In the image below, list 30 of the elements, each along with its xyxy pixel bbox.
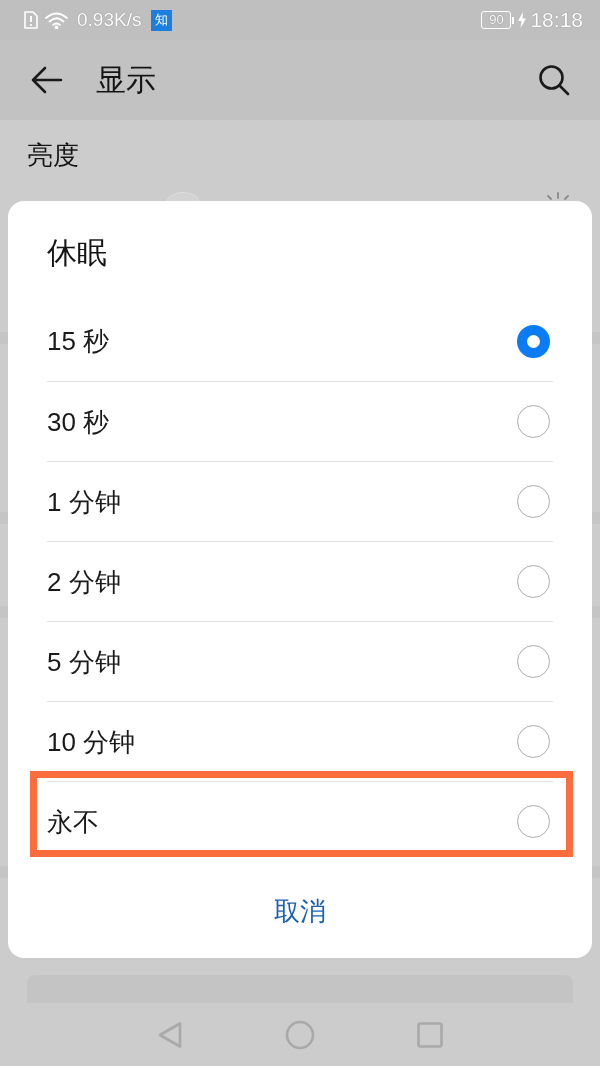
cancel-button[interactable]: 取消: [254, 881, 346, 941]
nav-back-icon[interactable]: [157, 1020, 183, 1049]
page-title: 显示: [96, 62, 156, 98]
network-speed: 0.93K/s: [77, 9, 142, 31]
back-arrow-icon[interactable]: [31, 66, 63, 94]
radio-button[interactable]: [517, 565, 550, 598]
nav-home-icon[interactable]: [285, 1019, 315, 1050]
option-label: 永不: [47, 806, 99, 838]
option-label: 5 分钟: [47, 646, 121, 678]
nav-recents-icon[interactable]: [417, 1021, 443, 1048]
option-label: 30 秒: [47, 406, 110, 438]
battery-percent: 90: [481, 11, 512, 29]
option-label: 2 分钟: [47, 566, 121, 598]
radio-button[interactable]: [517, 725, 550, 758]
dialog-title: 休眠: [47, 235, 107, 271]
wifi-icon: [45, 11, 68, 29]
sim-alert-icon: [24, 11, 38, 29]
search-icon[interactable]: [538, 64, 570, 96]
option-label: 10 分钟: [47, 726, 136, 758]
radio-button[interactable]: [517, 405, 550, 438]
radio-button[interactable]: [517, 805, 550, 838]
charging-bolt-icon: [518, 12, 527, 28]
radio-button[interactable]: [517, 645, 550, 678]
notification-badge: 知: [151, 9, 173, 31]
radio-button[interactable]: [517, 324, 550, 358]
option-label: 1 分钟: [47, 486, 121, 518]
radio-button[interactable]: [517, 485, 550, 518]
option-label: 15 秒: [47, 325, 110, 357]
clock-time: 18:18: [530, 9, 583, 31]
section-title: 亮度: [27, 140, 79, 170]
